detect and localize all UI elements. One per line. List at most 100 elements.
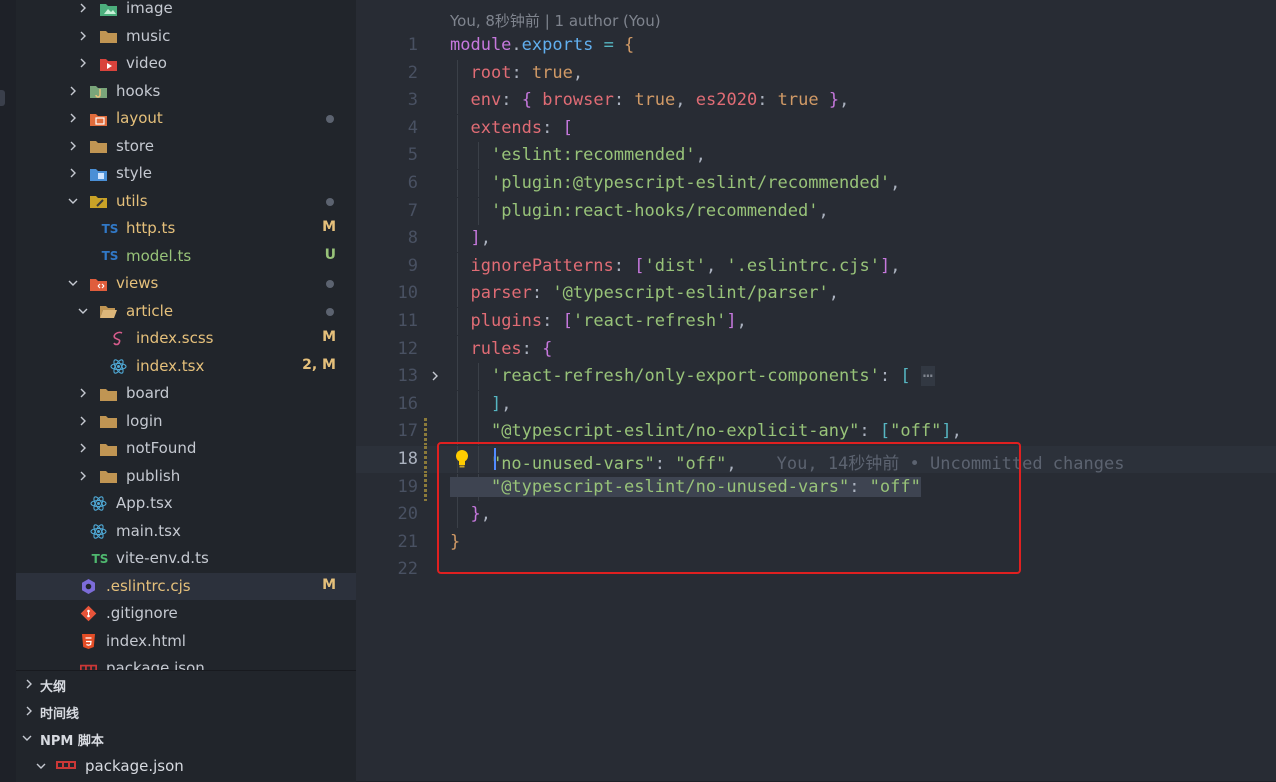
style-folder-icon — [90, 165, 107, 182]
tree-item-label: music — [126, 26, 171, 45]
folder-item[interactable]: article — [16, 298, 356, 325]
code-line[interactable]: 12 rules: { — [356, 335, 1276, 363]
code-token: . — [511, 35, 522, 55]
codelens-blame[interactable]: You, 8秒钟前 | 1 author (You) — [450, 10, 661, 31]
modified-dot — [326, 307, 334, 316]
file-item[interactable]: main.tsx — [16, 518, 356, 545]
code-token: true — [531, 62, 573, 83]
file-item[interactable]: .eslintrc.cjs M — [16, 572, 356, 600]
code-line[interactable]: 2 root: true, — [356, 59, 1276, 87]
folder-open-icon — [100, 303, 117, 320]
file-item[interactable]: index.tsx 2, M — [16, 353, 356, 380]
chevron-right-icon — [70, 141, 76, 150]
folded-ellipsis[interactable]: ⋯ — [920, 366, 936, 387]
file-item[interactable]: index.scss M — [16, 325, 356, 352]
code-token: : — [542, 117, 563, 138]
folder-item[interactable]: image — [16, 0, 356, 22]
code-line[interactable]: 1 module.exports = { — [356, 32, 1276, 59]
tree-item-label: store — [116, 136, 154, 155]
tree-item-label: main.tsx — [116, 521, 181, 540]
folder-item[interactable]: style — [16, 160, 356, 187]
file-item[interactable]: index.html — [16, 628, 356, 655]
code-token: , — [818, 200, 829, 221]
code-token: : — [613, 90, 635, 111]
chevron-right-icon — [26, 706, 32, 716]
outline-panel-header[interactable]: 大纲 — [16, 671, 356, 698]
code-token: : — [531, 283, 553, 304]
react-icon — [110, 358, 127, 375]
npm-package-label: package.json — [85, 757, 184, 775]
code-line[interactable]: 3 env: { browser: true, es2020: true }, — [356, 87, 1276, 115]
fold-chevron-icon[interactable] — [428, 369, 442, 383]
code-text: 'plugin:@typescript-eslint/recommended', — [450, 173, 900, 193]
line-number: 6 — [407, 173, 418, 193]
file-item[interactable]: package.json — [16, 655, 356, 670]
folder-icon — [100, 385, 117, 402]
folder-icon — [100, 440, 117, 457]
line-number: 10 — [397, 283, 418, 304]
line-number: 21 — [397, 531, 418, 552]
line-number: 13 — [397, 366, 418, 387]
npm-icon — [80, 660, 97, 670]
code-line[interactable]: 7 'plugin:react-hooks/recommended', — [356, 197, 1276, 225]
code-line[interactable]: 11 plugins: ['react-refresh'], — [356, 308, 1276, 335]
npm-package-item[interactable]: package.json — [16, 753, 356, 780]
code-token: ] — [470, 228, 481, 249]
code-token: 'eslint:recommended' — [490, 145, 696, 166]
code-token: env — [470, 90, 502, 111]
file-item[interactable]: TS model.ts U — [16, 243, 356, 270]
code-line[interactable]: 8 ], — [356, 225, 1276, 253]
git-modified-gutter — [424, 446, 427, 473]
folder-item[interactable]: store — [16, 133, 356, 160]
folder-item[interactable]: notFound — [16, 435, 356, 462]
line-number: 4 — [407, 117, 418, 138]
folder-item[interactable]: board — [16, 380, 356, 407]
folder-icon — [90, 138, 107, 155]
eslint-icon — [80, 578, 97, 595]
file-item[interactable]: TS vite-env.d.ts — [16, 545, 356, 572]
tree-item-label: video — [126, 54, 167, 72]
file-item[interactable]: TS http.ts M — [16, 215, 356, 242]
code-line[interactable]: 10 parser: '@typescript-eslint/parser', — [356, 280, 1276, 308]
file-item[interactable]: .gitignore — [16, 600, 356, 627]
code-token: true — [634, 90, 676, 111]
code-line[interactable]: 5 'eslint:recommended', — [356, 142, 1276, 170]
folder-item[interactable]: login — [16, 408, 356, 435]
code-token: true — [777, 90, 819, 111]
file-item[interactable]: App.tsx — [16, 490, 356, 517]
folder-item[interactable]: video — [16, 50, 356, 77]
line-number: 20 — [397, 504, 418, 525]
code-line[interactable]: 6 'plugin:@typescript-eslint/recommended… — [356, 170, 1276, 197]
utils-folder-icon — [90, 193, 107, 210]
chevron-down-icon — [78, 308, 88, 314]
folder-item[interactable]: utils — [16, 188, 356, 215]
code-token: [ — [634, 255, 645, 276]
code-line[interactable]: 4 extends: [ — [356, 114, 1276, 142]
code-text: extends: [ — [450, 117, 572, 138]
folder-item[interactable]: hooks — [16, 78, 356, 105]
line-number: 16 — [397, 393, 418, 414]
line-number: 9 — [407, 255, 418, 276]
code-editor[interactable]: You, 8秒钟前 | 1 author (You) 1 module.expor… — [356, 0, 1276, 781]
folder-item[interactable]: layout — [16, 105, 356, 132]
modified-dot — [326, 197, 334, 206]
code-text: plugins: ['react-refresh'], — [450, 311, 746, 331]
code-line[interactable]: 16 ], — [356, 390, 1276, 418]
code-token: } — [828, 90, 840, 111]
code-token: root — [470, 62, 512, 83]
timeline-panel-header[interactable]: 时间线 — [16, 698, 356, 725]
tree-item-label: hooks — [116, 81, 161, 100]
npm-scripts-panel-header[interactable]: NPM 脚本 — [16, 725, 356, 752]
tree-item-label: model.ts — [126, 246, 192, 265]
line-number: 8 — [407, 228, 418, 249]
folder-item[interactable]: views — [16, 270, 356, 297]
code-token: , — [839, 90, 850, 111]
code-line[interactable]: 13 'react-refresh/only-export-components… — [356, 363, 1276, 391]
folder-item[interactable]: publish — [16, 463, 356, 490]
line-number: 3 — [407, 90, 418, 111]
highlight-annotation-box — [437, 442, 1021, 574]
folder-item[interactable]: music — [16, 23, 356, 50]
tree-item-label: notFound — [126, 439, 197, 457]
code-line[interactable]: 9 ignorePatterns: ['dist', '.eslintrc.cj… — [356, 252, 1276, 280]
